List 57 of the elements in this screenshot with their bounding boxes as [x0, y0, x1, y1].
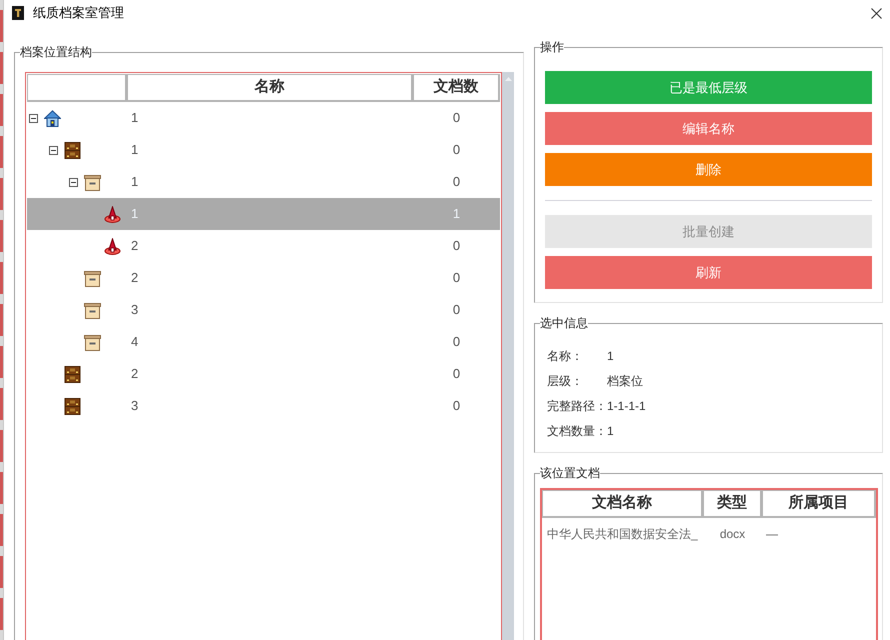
tree-toggle[interactable]: [69, 178, 78, 186]
cabinet-icon: [64, 398, 81, 414]
close-icon[interactable]: [871, 8, 882, 18]
document-project: —: [765, 526, 779, 543]
archive-box-icon: [84, 174, 101, 190]
node-name: 1: [130, 109, 140, 128]
field-value: 1-1-1-1: [607, 398, 646, 414]
node-name: 2: [130, 269, 140, 288]
document-count: 0: [452, 365, 462, 384]
field-label: 层级：: [547, 372, 584, 390]
document-count: 1: [452, 205, 462, 224]
node-name: 3: [130, 397, 140, 416]
document-count: 0: [452, 333, 462, 352]
column-header: 文档名称: [542, 490, 703, 518]
document-count: 0: [452, 173, 462, 192]
group-title: 选中信息: [540, 316, 588, 330]
column-header: 名称: [127, 74, 413, 102]
field-value: 档案位: [607, 372, 643, 390]
window-title: 纸质档案室管理: [33, 5, 124, 21]
cabinet-icon: [64, 366, 81, 382]
group-title: 档案位置结构: [20, 45, 92, 59]
field-value: 1: [607, 348, 614, 364]
tree-toggle[interactable]: [49, 146, 58, 154]
location-pin-icon: [104, 206, 121, 222]
group-title: 操作: [540, 40, 564, 54]
field-label: 名称：: [547, 348, 584, 364]
node-name: 2: [130, 237, 140, 256]
document-name: 中华人民共和国数据安全法_: [546, 526, 699, 543]
document-count: 0: [452, 301, 462, 320]
archive-box-icon: [84, 302, 101, 318]
vertical-scrollbar[interactable]: [502, 72, 514, 640]
app-icon: [12, 6, 24, 20]
document-count: 0: [452, 237, 462, 256]
archive-box-icon: [84, 270, 101, 286]
field-value: 1: [607, 422, 614, 440]
node-name: 3: [130, 301, 140, 320]
column-header: 文档数: [413, 74, 500, 102]
node-name: 1: [130, 205, 140, 224]
field-label: 完整路径：: [547, 398, 607, 414]
document-type: docx: [718, 526, 746, 543]
node-name: 1: [130, 173, 140, 192]
document-count: 0: [452, 109, 462, 128]
group-title: 该位置文档: [540, 466, 600, 480]
column-header: 所属项目: [762, 490, 876, 518]
archive-box-icon: [84, 334, 101, 350]
cabinet-icon: [64, 142, 81, 158]
document-count: 0: [452, 397, 462, 416]
tree-toggle[interactable]: [29, 114, 38, 122]
house-icon: [44, 110, 61, 126]
document-count: 0: [452, 269, 462, 288]
field-label: 文档数量：: [547, 422, 607, 440]
node-name: 1: [130, 141, 140, 160]
location-pin-icon: [104, 238, 121, 254]
node-name: 4: [130, 333, 140, 352]
document-count: 0: [452, 141, 462, 160]
node-name: 2: [130, 365, 140, 384]
column-header: 类型: [703, 490, 762, 518]
